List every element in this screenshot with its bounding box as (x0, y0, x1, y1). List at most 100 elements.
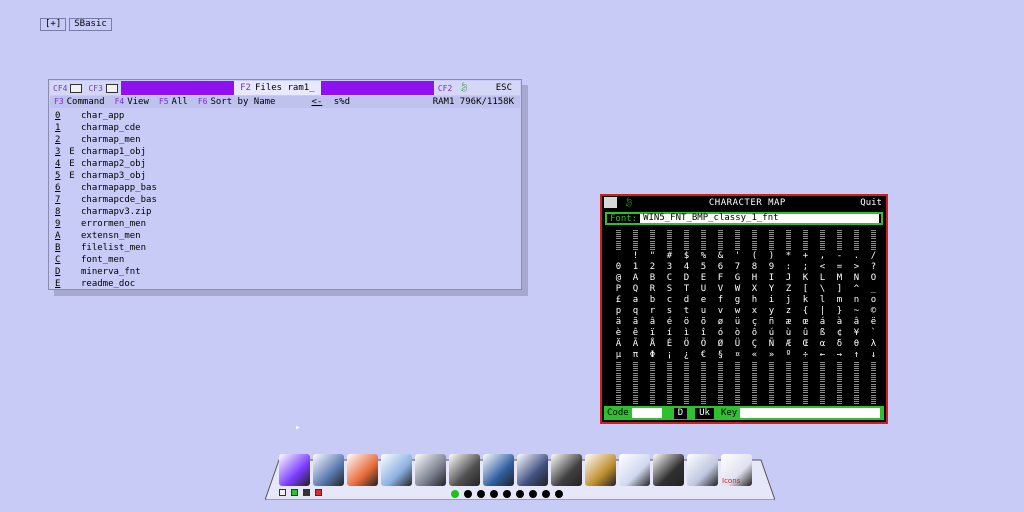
char-cell[interactable]: É (661, 339, 678, 350)
char-cell[interactable]: ç (746, 317, 763, 328)
char-cell[interactable]: ¡ (661, 350, 678, 361)
document-icon[interactable] (687, 454, 718, 486)
archive-icon[interactable] (585, 454, 616, 486)
char-cell[interactable] (746, 361, 763, 372)
char-cell[interactable] (797, 372, 814, 383)
char-cell[interactable]: ä (610, 317, 627, 328)
char-cell[interactable]: Ã (627, 339, 644, 350)
char-cell[interactable] (831, 372, 848, 383)
char-cell[interactable]: θ (848, 339, 865, 350)
char-cell[interactable]: _ (865, 284, 882, 295)
char-cell[interactable]: Ø (712, 339, 729, 350)
char-cell[interactable]: = (831, 262, 848, 273)
char-cell[interactable] (661, 394, 678, 405)
char-cell[interactable] (763, 240, 780, 251)
char-cell[interactable] (695, 361, 712, 372)
file-row[interactable]: Aextensn_men (55, 230, 517, 242)
char-cell[interactable] (848, 372, 865, 383)
char-cell[interactable] (763, 383, 780, 394)
char-cell[interactable]: ¥ (848, 328, 865, 339)
char-cell[interactable]: ← (814, 350, 831, 361)
calculator-icon[interactable] (551, 454, 582, 486)
char-cell[interactable] (831, 240, 848, 251)
char-cell[interactable] (678, 383, 695, 394)
file-row[interactable]: 7 charmapcde_bas (55, 194, 517, 206)
char-cell[interactable] (678, 229, 695, 240)
page-dot[interactable] (464, 490, 472, 498)
char-cell[interactable] (729, 240, 746, 251)
char-cell[interactable]: ¢ (831, 328, 848, 339)
page-dot[interactable] (555, 490, 563, 498)
file-row[interactable]: 2 charmap_men (55, 134, 517, 146)
char-cell[interactable]: & (712, 251, 729, 262)
char-cell[interactable] (831, 383, 848, 394)
char-cell[interactable] (695, 240, 712, 251)
char-cell[interactable] (661, 240, 678, 251)
char-cell[interactable] (644, 240, 661, 251)
char-cell[interactable]: . (848, 251, 865, 262)
file-row[interactable]: 1 charmap_cde (55, 122, 517, 134)
file-cabinet-icon[interactable] (483, 454, 514, 486)
char-cell[interactable] (746, 229, 763, 240)
char-cell[interactable]: * (780, 251, 797, 262)
char-cell[interactable] (610, 229, 627, 240)
char-cell[interactable]: Q (627, 284, 644, 295)
char-cell[interactable] (780, 229, 797, 240)
char-cell[interactable] (865, 383, 882, 394)
char-cell[interactable]: l (814, 295, 831, 306)
char-cell[interactable]: í (661, 328, 678, 339)
photos-icon[interactable] (347, 454, 378, 486)
char-cell[interactable]: û (797, 328, 814, 339)
char-cell[interactable] (780, 240, 797, 251)
char-cell[interactable]: $ (678, 251, 695, 262)
char-cell[interactable] (763, 372, 780, 383)
file-row[interactable]: 5 Echarmap3_obj (55, 170, 517, 182)
char-cell[interactable] (746, 383, 763, 394)
char-cell[interactable] (610, 383, 627, 394)
char-cell[interactable]: : (780, 262, 797, 273)
leaf-icon[interactable]: 🍃︎ (458, 83, 469, 93)
esc-button[interactable]: ESC (496, 83, 512, 93)
char-cell[interactable] (678, 240, 695, 251)
color-palette-icon[interactable] (279, 454, 310, 486)
char-cell[interactable]: P (610, 284, 627, 295)
char-cell[interactable] (780, 372, 797, 383)
screen-capture-icon[interactable] (313, 454, 344, 486)
char-cell[interactable]: ü (729, 317, 746, 328)
file-row[interactable]: 8 charmapv3.zip (55, 206, 517, 218)
tray-monitor-icon[interactable] (303, 489, 310, 496)
char-cell[interactable]: T (678, 284, 695, 295)
folder-icon[interactable] (105, 83, 118, 93)
char-cell[interactable]: # (661, 251, 678, 262)
char-cell[interactable] (610, 372, 627, 383)
quit-button[interactable]: Quit (860, 198, 882, 208)
char-cell[interactable] (848, 361, 865, 372)
char-cell[interactable]: ) (763, 251, 780, 262)
page-dot[interactable] (490, 490, 498, 498)
char-cell[interactable]: i (763, 295, 780, 306)
char-cell[interactable]: μ (610, 350, 627, 361)
char-cell[interactable] (814, 383, 831, 394)
char-cell[interactable]: ' (729, 251, 746, 262)
char-cell[interactable]: y (763, 306, 780, 317)
char-cell[interactable]: H (746, 273, 763, 284)
char-cell[interactable]: ↓ (865, 350, 882, 361)
char-cell[interactable] (712, 383, 729, 394)
char-cell[interactable]: â (644, 317, 661, 328)
char-cell[interactable]: e (695, 295, 712, 306)
char-cell[interactable]: 0 (610, 262, 627, 273)
char-cell[interactable] (797, 383, 814, 394)
char-cell[interactable]: ~ (848, 306, 865, 317)
tray-leaf-icon[interactable] (291, 489, 298, 496)
char-cell[interactable] (729, 394, 746, 405)
char-cell[interactable]: λ (865, 339, 882, 350)
char-cell[interactable]: 7 (729, 262, 746, 273)
char-cell[interactable]: @ (610, 273, 627, 284)
char-cell[interactable]: + (797, 251, 814, 262)
char-cell[interactable]: ï (644, 328, 661, 339)
char-cell[interactable]: € (695, 350, 712, 361)
char-cell[interactable]: % (695, 251, 712, 262)
subdir-button[interactable]: s%d (334, 97, 350, 107)
char-cell[interactable]: → (831, 350, 848, 361)
char-cell[interactable]: æ (780, 317, 797, 328)
